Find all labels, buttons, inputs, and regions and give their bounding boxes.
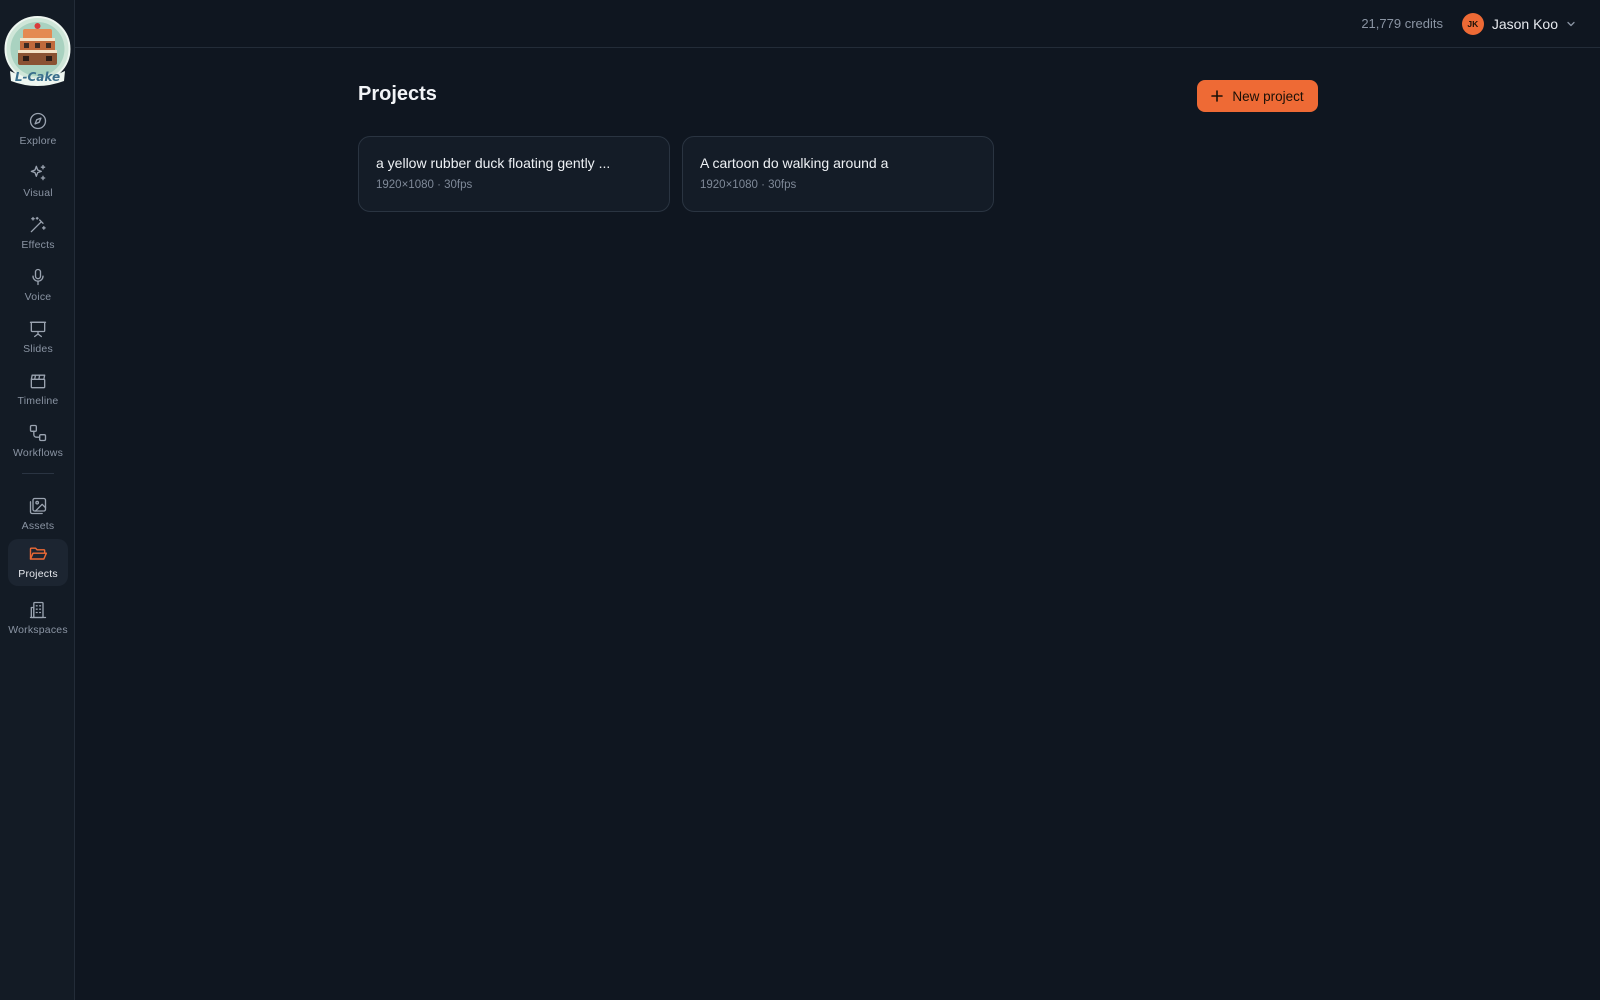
sparkles-icon [28,163,48,183]
project-title: A cartoon do walking around a [700,155,889,171]
chevron-down-icon [1567,21,1575,27]
sidebar-item-assets[interactable]: Assets [8,491,68,538]
project-card[interactable]: A cartoon do walking around a 1920×1080 … [682,136,994,212]
plus-icon [1211,90,1224,102]
sidebar-item-workflows[interactable]: Workflows [8,418,68,465]
sidebar-item-projects[interactable]: Projects [8,539,68,586]
user-menu[interactable]: JK Jason Koo [1461,13,1576,35]
new-project-label: New project [1232,88,1304,104]
project-meta: 1920×1080 · 30fps [376,179,473,191]
sidebar-item-label: Projects [18,568,58,580]
compass-icon [28,111,48,131]
magic-wand-icon [28,215,48,235]
sidebar-item-label: Voice [24,291,52,303]
sidebar-item-voice[interactable]: Voice [8,262,68,309]
sidebar-item-slides[interactable]: Slides [8,314,68,361]
sidebar-divider [22,473,54,474]
sidebar-item-label: Timeline [17,395,59,407]
sidebar-item-timeline[interactable]: Timeline [8,366,68,413]
sidebar-item-label: Explore [19,135,57,147]
sidebar-item-label: Workspaces [8,624,68,636]
workflow-icon [28,423,48,443]
sidebar-item-explore[interactable]: Explore [8,106,68,153]
project-meta: 1920×1080 · 30fps [700,179,797,191]
user-name: Jason Koo [1491,16,1558,32]
page-title: Projects [358,83,437,105]
avatar: JK [1461,13,1484,35]
sidebar-item-visual[interactable]: Visual [8,158,68,205]
microphone-icon [28,267,48,287]
images-icon [28,496,48,516]
clapperboard-icon [28,371,48,391]
logo-text: L-Cake [15,70,60,84]
sidebar-item-label: Visual [23,187,53,199]
sidebar-item-workspaces[interactable]: Workspaces [8,595,68,642]
sidebar: L-Cake Explore Visual Effects Voice Slid… [0,0,75,1000]
sidebar-item-effects[interactable]: Effects [8,210,68,257]
brand-logo[interactable]: L-Cake [4,11,71,88]
presentation-icon [28,319,48,339]
project-title: a yellow rubber duck floating gently ... [376,155,611,171]
new-project-button[interactable]: New project [1197,80,1318,112]
folder-open-icon [28,544,48,564]
sidebar-item-label: Effects [21,239,55,251]
credits-balance: 21,779 credits [1361,16,1443,31]
sidebar-item-label: Slides [23,343,53,355]
sidebar-item-label: Assets [21,520,55,532]
project-card[interactable]: a yellow rubber duck floating gently ...… [358,136,670,212]
building-icon [28,600,48,620]
app-root: L-Cake Explore Visual Effects Voice Slid… [0,0,1600,1000]
sidebar-item-label: Workflows [12,447,64,459]
top-bar: 21,779 credits JK Jason Koo [75,0,1600,48]
